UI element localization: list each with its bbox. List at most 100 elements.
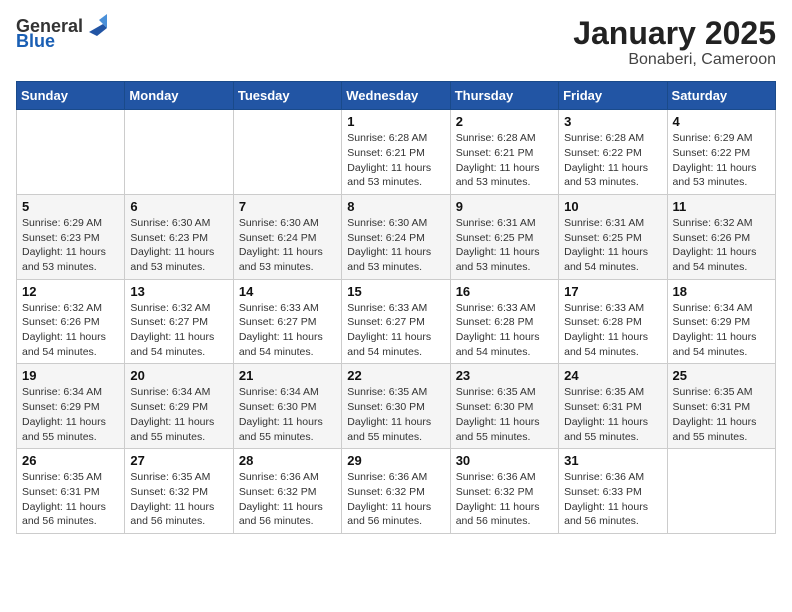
calendar-cell: 7Sunrise: 6:30 AMSunset: 6:24 PMDaylight… — [233, 194, 341, 279]
page-subtitle: Bonaberi, Cameroon — [573, 51, 776, 69]
calendar-cell: 26 Sunrise: 6:35 AMSunset: 6:31 PMDayligh… — [17, 449, 125, 534]
weekday-header-row: SundayMondayTuesdayWednesdayThursdayFrid… — [17, 82, 776, 110]
weekday-header-monday: Monday — [125, 82, 233, 110]
day-number: 24 — [564, 368, 661, 383]
weekday-header-sunday: Sunday — [17, 82, 125, 110]
day-number: 10 — [564, 199, 661, 214]
calendar-table: SundayMondayTuesdayWednesdayThursdayFrid… — [16, 81, 776, 534]
calendar-cell: 30 Sunrise: 6:36 AMSunset: 6:32 PMDayligh… — [450, 449, 558, 534]
calendar-cell: 22Sunrise: 6:35 AMSunset: 6:30 PMDayligh… — [342, 364, 450, 449]
calendar-cell: 15 Sunrise: 6:33 AMSunset: 6:27 PMDayligh… — [342, 279, 450, 364]
weekday-header-tuesday: Tuesday — [233, 82, 341, 110]
day-number: 11 — [673, 199, 770, 214]
calendar-body: 1Sunrise: 6:28 AMSunset: 6:21 PMDaylight… — [17, 110, 776, 534]
day-number: 18 — [673, 284, 770, 299]
calendar-week-row: 19 Sunrise: 6:34 AMSunset: 6:29 PMDayligh… — [17, 364, 776, 449]
day-info: Sunrise: 6:34 AMSunset: 6:29 PMDaylight:… — [130, 385, 227, 444]
logo: General Blue — [16, 16, 107, 50]
calendar-week-row: 26 Sunrise: 6:35 AMSunset: 6:31 PMDayligh… — [17, 449, 776, 534]
calendar-cell: 9Sunrise: 6:31 AMSunset: 6:25 PMDaylight… — [450, 194, 558, 279]
day-info: Sunrise: 6:33 AMSunset: 6:27 PMDaylight:… — [347, 301, 444, 360]
day-info: Sunrise: 6:36 AMSunset: 6:32 PMDaylight:… — [347, 470, 444, 529]
weekday-header-wednesday: Wednesday — [342, 82, 450, 110]
day-info: Sunrise: 6:35 AMSunset: 6:32 PMDaylight:… — [130, 470, 227, 529]
calendar-cell: 25Sunrise: 6:35 AMSunset: 6:31 PMDayligh… — [667, 364, 775, 449]
day-info: Sunrise: 6:29 AMSunset: 6:22 PMDaylight:… — [673, 131, 770, 190]
calendar-cell: 8 Sunrise: 6:30 AMSunset: 6:24 PMDaylight… — [342, 194, 450, 279]
day-info: Sunrise: 6:30 AMSunset: 6:24 PMDaylight:… — [347, 216, 444, 275]
calendar-cell: 18 Sunrise: 6:34 AMSunset: 6:29 PMDayligh… — [667, 279, 775, 364]
day-info: Sunrise: 6:28 AMSunset: 6:21 PMDaylight:… — [456, 131, 553, 190]
calendar-cell: 6 Sunrise: 6:30 AMSunset: 6:23 PMDaylight… — [125, 194, 233, 279]
day-number: 8 — [347, 199, 444, 214]
day-info: Sunrise: 6:32 AMSunset: 6:27 PMDaylight:… — [130, 301, 227, 360]
day-info: Sunrise: 6:28 AMSunset: 6:21 PMDaylight:… — [347, 131, 444, 190]
calendar-cell: 14Sunrise: 6:33 AMSunset: 6:27 PMDayligh… — [233, 279, 341, 364]
calendar-cell: 29 Sunrise: 6:36 AMSunset: 6:32 PMDayligh… — [342, 449, 450, 534]
weekday-header-friday: Friday — [559, 82, 667, 110]
day-number: 26 — [22, 453, 119, 468]
calendar-cell: 17 Sunrise: 6:33 AMSunset: 6:28 PMDayligh… — [559, 279, 667, 364]
calendar-cell — [667, 449, 775, 534]
day-number: 21 — [239, 368, 336, 383]
day-number: 31 — [564, 453, 661, 468]
day-info: Sunrise: 6:33 AMSunset: 6:28 PMDaylight:… — [564, 301, 661, 360]
day-number: 15 — [347, 284, 444, 299]
day-info: Sunrise: 6:31 AMSunset: 6:25 PMDaylight:… — [456, 216, 553, 275]
calendar-cell: 11 Sunrise: 6:32 AMSunset: 6:26 PMDayligh… — [667, 194, 775, 279]
calendar-cell: 5Sunrise: 6:29 AMSunset: 6:23 PMDaylight… — [17, 194, 125, 279]
day-info: Sunrise: 6:32 AMSunset: 6:26 PMDaylight:… — [673, 216, 770, 275]
day-number: 29 — [347, 453, 444, 468]
day-number: 25 — [673, 368, 770, 383]
day-number: 27 — [130, 453, 227, 468]
calendar-cell: 19 Sunrise: 6:34 AMSunset: 6:29 PMDayligh… — [17, 364, 125, 449]
day-number: 13 — [130, 284, 227, 299]
calendar-cell: 23 Sunrise: 6:35 AMSunset: 6:30 PMDayligh… — [450, 364, 558, 449]
day-info: Sunrise: 6:35 AMSunset: 6:31 PMDaylight:… — [564, 385, 661, 444]
day-number: 7 — [239, 199, 336, 214]
day-number: 5 — [22, 199, 119, 214]
logo-icon — [85, 14, 107, 36]
calendar-header: SundayMondayTuesdayWednesdayThursdayFrid… — [17, 82, 776, 110]
day-info: Sunrise: 6:36 AMSunset: 6:33 PMDaylight:… — [564, 470, 661, 529]
day-number: 28 — [239, 453, 336, 468]
calendar-cell: 27 Sunrise: 6:35 AMSunset: 6:32 PMDayligh… — [125, 449, 233, 534]
day-number: 14 — [239, 284, 336, 299]
day-number: 19 — [22, 368, 119, 383]
day-info: Sunrise: 6:34 AMSunset: 6:29 PMDaylight:… — [22, 385, 119, 444]
calendar-cell: 1Sunrise: 6:28 AMSunset: 6:21 PMDaylight… — [342, 110, 450, 195]
day-number: 30 — [456, 453, 553, 468]
day-number: 6 — [130, 199, 227, 214]
weekday-header-saturday: Saturday — [667, 82, 775, 110]
day-number: 17 — [564, 284, 661, 299]
day-info: Sunrise: 6:32 AMSunset: 6:26 PMDaylight:… — [22, 301, 119, 360]
calendar-week-row: 1Sunrise: 6:28 AMSunset: 6:21 PMDaylight… — [17, 110, 776, 195]
day-info: Sunrise: 6:36 AMSunset: 6:32 PMDaylight:… — [239, 470, 336, 529]
calendar-cell — [125, 110, 233, 195]
day-number: 20 — [130, 368, 227, 383]
calendar-week-row: 5Sunrise: 6:29 AMSunset: 6:23 PMDaylight… — [17, 194, 776, 279]
title-block: January 2025 Bonaberi, Cameroon — [573, 16, 776, 69]
calendar-cell: 3 Sunrise: 6:28 AMSunset: 6:22 PMDaylight… — [559, 110, 667, 195]
calendar-cell: 4 Sunrise: 6:29 AMSunset: 6:22 PMDaylight… — [667, 110, 775, 195]
day-info: Sunrise: 6:28 AMSunset: 6:22 PMDaylight:… — [564, 131, 661, 190]
day-number: 4 — [673, 114, 770, 129]
day-info: Sunrise: 6:36 AMSunset: 6:32 PMDaylight:… — [456, 470, 553, 529]
page-header: General Blue January 2025 Bonaberi, Came… — [16, 16, 776, 69]
day-number: 23 — [456, 368, 553, 383]
day-info: Sunrise: 6:34 AMSunset: 6:30 PMDaylight:… — [239, 385, 336, 444]
day-info: Sunrise: 6:35 AMSunset: 6:30 PMDaylight:… — [347, 385, 444, 444]
calendar-cell: 20 Sunrise: 6:34 AMSunset: 6:29 PMDayligh… — [125, 364, 233, 449]
calendar-week-row: 12 Sunrise: 6:32 AMSunset: 6:26 PMDayligh… — [17, 279, 776, 364]
calendar-cell: 31 Sunrise: 6:36 AMSunset: 6:33 PMDayligh… — [559, 449, 667, 534]
day-info: Sunrise: 6:34 AMSunset: 6:29 PMDaylight:… — [673, 301, 770, 360]
day-number: 16 — [456, 284, 553, 299]
day-info: Sunrise: 6:35 AMSunset: 6:31 PMDaylight:… — [22, 470, 119, 529]
day-info: Sunrise: 6:30 AMSunset: 6:23 PMDaylight:… — [130, 216, 227, 275]
calendar-cell: 12 Sunrise: 6:32 AMSunset: 6:26 PMDayligh… — [17, 279, 125, 364]
day-number: 3 — [564, 114, 661, 129]
day-info: Sunrise: 6:35 AMSunset: 6:30 PMDaylight:… — [456, 385, 553, 444]
day-number: 12 — [22, 284, 119, 299]
calendar-cell — [233, 110, 341, 195]
calendar-cell: 28 Sunrise: 6:36 AMSunset: 6:32 PMDayligh… — [233, 449, 341, 534]
